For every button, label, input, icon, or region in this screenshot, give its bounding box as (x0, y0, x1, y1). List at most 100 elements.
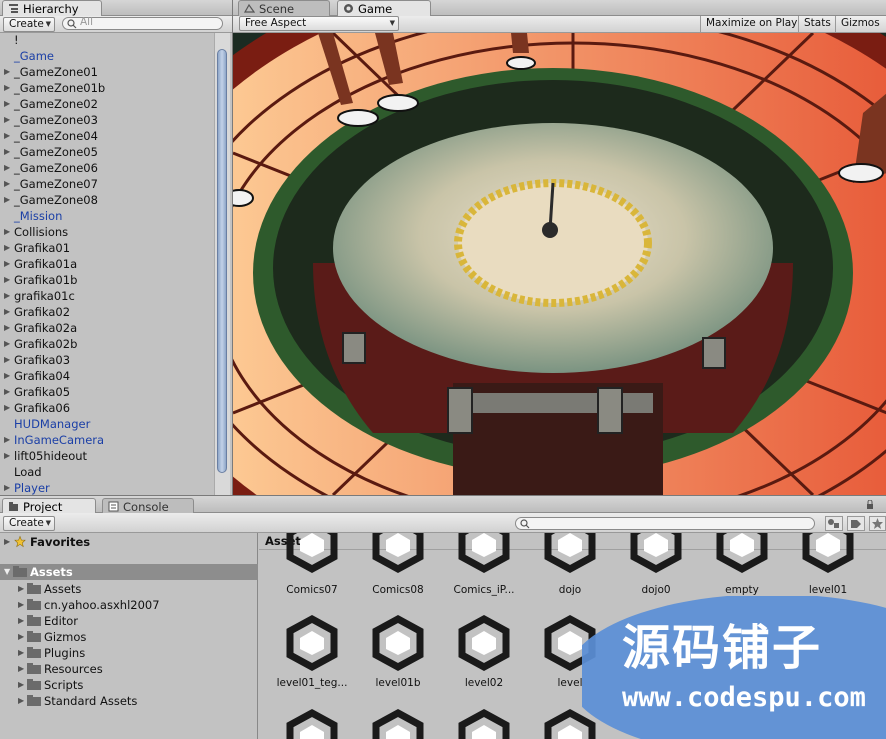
hierarchy-item[interactable]: ▶ Grafika02b (0, 336, 214, 352)
project-create-dropdown[interactable]: Create ▼ (3, 516, 55, 531)
tab-scene[interactable]: Scene (238, 0, 330, 16)
expand-arrow-icon[interactable]: ▶ (4, 272, 10, 288)
hierarchy-create-dropdown[interactable]: Create ▼ (3, 17, 55, 32)
expand-arrow-icon[interactable]: ▶ (4, 336, 10, 352)
aspect-dropdown[interactable]: Free Aspect ▼ (239, 16, 399, 31)
folder-item[interactable]: ▶ Gizmos (0, 629, 258, 645)
asset-label: level01_teg... (276, 677, 348, 689)
hierarchy-item[interactable]: ▶ _GameZone01b (0, 80, 214, 96)
expand-arrow-icon[interactable]: ▶ (18, 613, 24, 629)
hierarchy-item[interactable]: ▶ _GameZone03 (0, 112, 214, 128)
assets-root-row[interactable]: ▼ Assets (0, 564, 258, 580)
folder-item[interactable]: ▶ Plugins (0, 645, 258, 661)
expand-arrow-icon[interactable]: ▶ (4, 80, 10, 96)
maximize-on-play-button[interactable]: Maximize on Play (700, 16, 803, 32)
expand-arrow-icon[interactable]: ▶ (4, 384, 10, 400)
expand-arrow-icon[interactable]: ▶ (18, 693, 24, 709)
folder-item[interactable]: ▶ Standard Assets (0, 693, 258, 709)
search-icon (67, 19, 77, 29)
expand-arrow-icon[interactable]: ▶ (4, 192, 10, 208)
expand-arrow-icon[interactable]: ▶ (18, 645, 24, 661)
hierarchy-item[interactable]: ▶ Grafika05 (0, 384, 214, 400)
unity-asset-icon (458, 709, 510, 739)
expand-arrow-icon[interactable]: ▶ (4, 320, 10, 336)
expand-arrow-icon[interactable]: ▶ (4, 304, 10, 320)
hierarchy-item[interactable]: ▶ Player (0, 480, 214, 495)
expand-arrow-icon[interactable]: ▶ (4, 224, 10, 240)
hierarchy-item[interactable]: ▶ _GameZone01 (0, 64, 214, 80)
folder-item[interactable]: ▶ Scripts (0, 677, 258, 693)
tab-hierarchy[interactable]: Hierarchy (2, 0, 102, 17)
expand-arrow-icon[interactable]: ▶ (4, 288, 10, 304)
expand-arrow-icon[interactable]: ▶ (4, 176, 10, 192)
filter-by-label-button[interactable] (847, 516, 865, 531)
expand-arrow-icon[interactable]: ▶ (18, 581, 24, 597)
hierarchy-item[interactable]: ▶ Grafika02a (0, 320, 214, 336)
tab-game[interactable]: Game (337, 0, 431, 17)
hierarchy-item[interactable]: ▶ grafika01c (0, 288, 214, 304)
collapse-arrow-icon[interactable]: ▼ (4, 564, 10, 580)
hierarchy-item[interactable]: ▶ _GameZone02 (0, 96, 214, 112)
filter-by-type-button[interactable] (825, 516, 843, 531)
expand-arrow-icon[interactable]: ▶ (18, 677, 24, 693)
assets-root-label: Assets (30, 565, 73, 579)
hierarchy-item[interactable]: ▶ Grafika03 (0, 352, 214, 368)
expand-arrow-icon[interactable]: ▶ (4, 432, 10, 448)
expand-arrow-icon[interactable]: ▶ (4, 64, 10, 80)
hierarchy-item[interactable]: ▶ _GameZone05 (0, 144, 214, 160)
hierarchy-item[interactable]: _Game (0, 48, 214, 64)
expand-arrow-icon[interactable]: ▶ (4, 256, 10, 272)
expand-arrow-icon[interactable]: ▶ (4, 160, 10, 176)
hierarchy-item[interactable]: ▶ _GameZone07 (0, 176, 214, 192)
hierarchy-scroll-thumb[interactable] (217, 49, 227, 473)
hierarchy-scrollbar[interactable] (214, 33, 230, 495)
stats-button[interactable]: Stats (798, 16, 836, 32)
hierarchy-item[interactable]: ▶ _GameZone04 (0, 128, 214, 144)
hierarchy-item[interactable]: HUDManager (0, 416, 214, 432)
hierarchy-item[interactable]: ▶ Grafika02 (0, 304, 214, 320)
hierarchy-item[interactable]: ▶ Grafika01a (0, 256, 214, 272)
hierarchy-item[interactable]: _Mission (0, 208, 214, 224)
hierarchy-item-label: Grafika02a (14, 321, 78, 335)
hierarchy-item[interactable]: ! (0, 33, 214, 48)
hierarchy-item[interactable]: ▶ _GameZone08 (0, 192, 214, 208)
expand-arrow-icon[interactable]: ▶ (4, 128, 10, 144)
favorites-star-button[interactable] (869, 516, 886, 531)
expand-arrow-icon[interactable]: ▶ (18, 597, 24, 613)
hierarchy-item[interactable]: Load (0, 464, 214, 480)
expand-arrow-icon[interactable]: ▶ (4, 400, 10, 416)
expand-arrow-icon[interactable]: ▶ (4, 368, 10, 384)
favorites-row[interactable]: ▶ Favorites (0, 534, 258, 550)
folder-item[interactable]: ▶ Assets (0, 581, 258, 597)
project-search-input[interactable] (515, 517, 815, 530)
expand-arrow-icon[interactable]: ▶ (18, 629, 24, 645)
expand-arrow-icon[interactable]: ▶ (4, 96, 10, 112)
expand-arrow-icon[interactable]: ▶ (4, 112, 10, 128)
hierarchy-item[interactable]: ▶ lift05hideout (0, 448, 214, 464)
hierarchy-item[interactable]: ▶ Grafika01 (0, 240, 214, 256)
hierarchy-item[interactable]: ▶ Grafika01b (0, 272, 214, 288)
folder-icon (27, 679, 41, 690)
console-icon (108, 501, 119, 512)
expand-arrow-icon[interactable]: ▶ (18, 661, 24, 677)
expand-arrow-icon[interactable]: ▶ (4, 240, 10, 256)
tab-console[interactable]: Console (102, 498, 194, 514)
expand-arrow-icon[interactable]: ▶ (4, 352, 10, 368)
hierarchy-item[interactable]: ▶ Collisions (0, 224, 214, 240)
expand-arrow-icon[interactable]: ▶ (4, 534, 10, 550)
hierarchy-item[interactable]: ▶ Grafika04 (0, 368, 214, 384)
expand-arrow-icon[interactable]: ▶ (4, 144, 10, 160)
folder-item[interactable]: ▶ Resources (0, 661, 258, 677)
folder-item[interactable]: ▶ cn.yahoo.asxhl2007 (0, 597, 258, 613)
hierarchy-item[interactable]: ▶ _GameZone06 (0, 160, 214, 176)
gizmos-button[interactable]: Gizmos (835, 16, 886, 32)
hierarchy-search-input[interactable]: All (62, 16, 223, 30)
expand-arrow-icon[interactable]: ▶ (4, 480, 10, 495)
hierarchy-item[interactable]: ▶ InGameCamera (0, 432, 214, 448)
lock-icon[interactable] (866, 500, 874, 510)
expand-arrow-icon[interactable]: ▶ (4, 448, 10, 464)
hierarchy-item[interactable]: ▶ Grafika06 (0, 400, 214, 416)
star-icon (14, 535, 26, 548)
folder-item[interactable]: ▶ Editor (0, 613, 258, 629)
asset-label: level02 (464, 677, 504, 689)
